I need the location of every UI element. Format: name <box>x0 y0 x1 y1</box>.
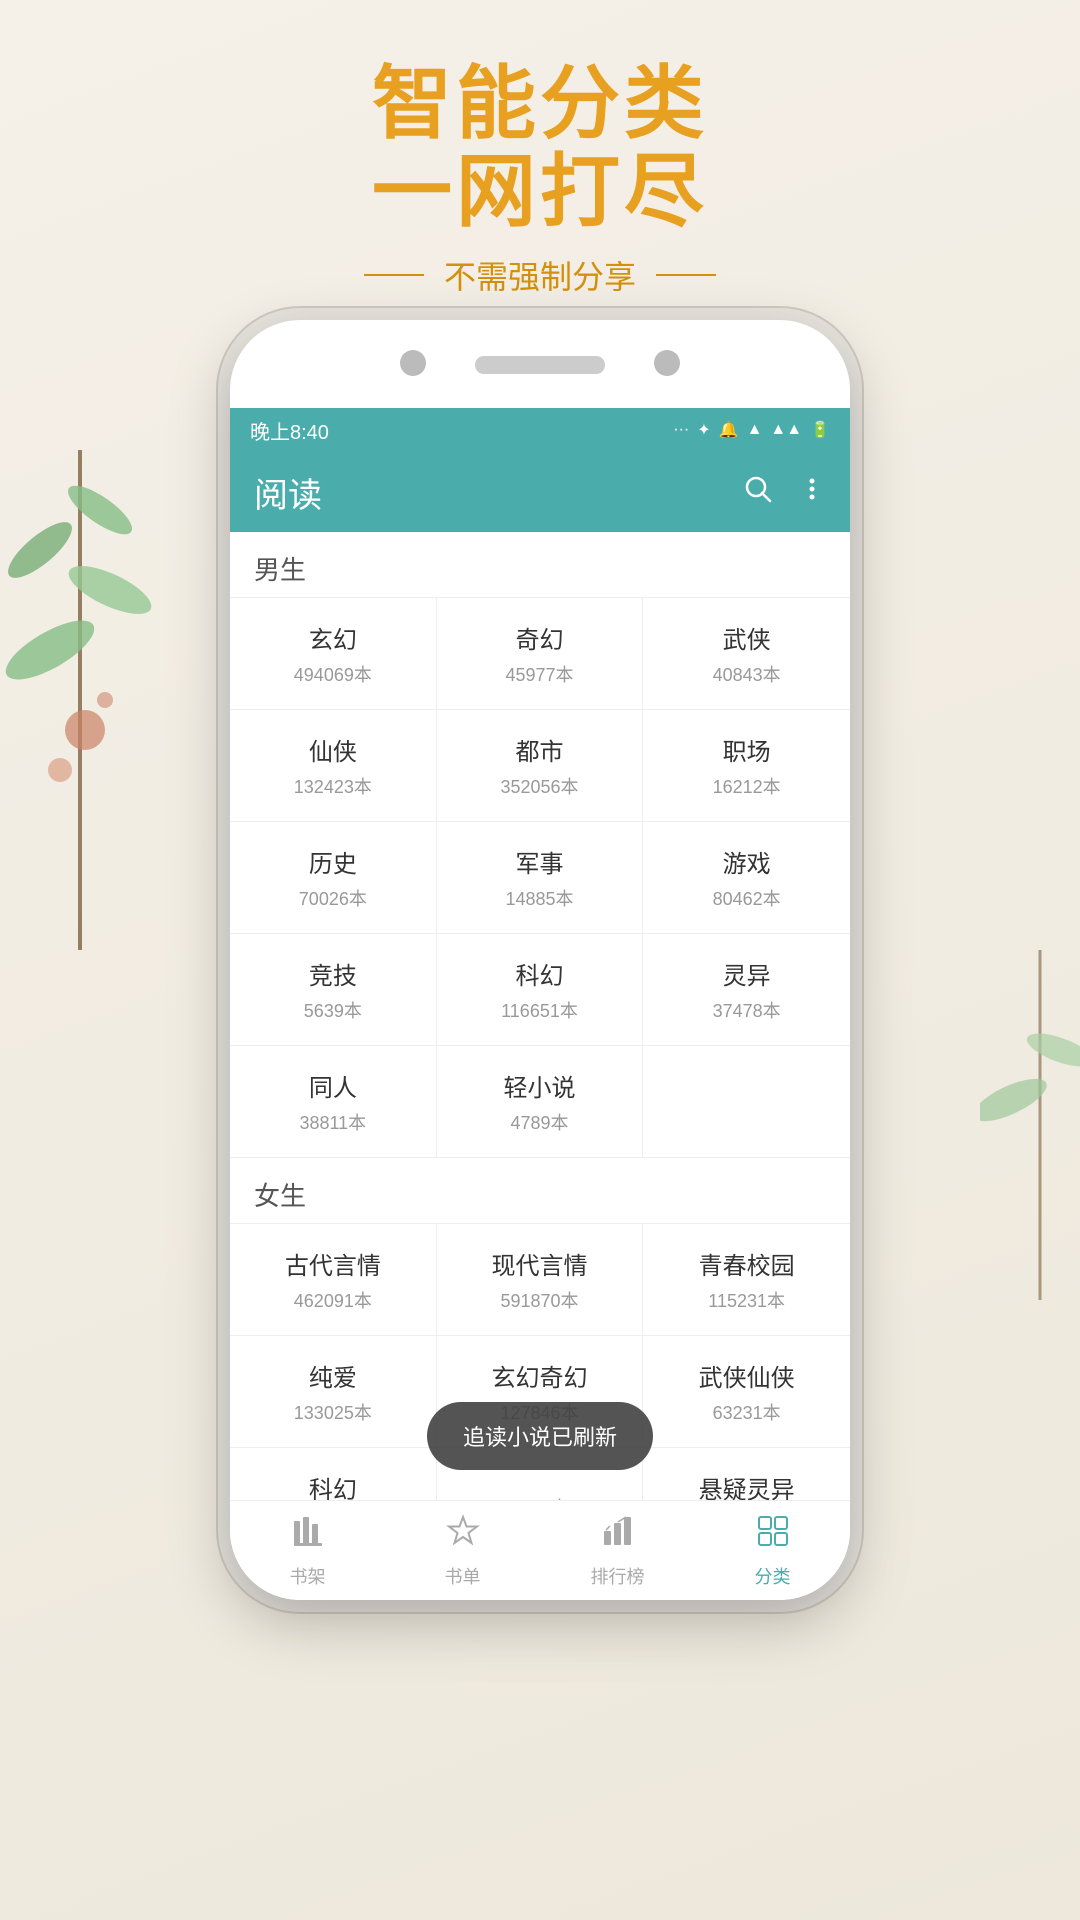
star-icon <box>445 1513 481 1557</box>
menu-icon[interactable] <box>798 475 826 510</box>
category-wuxia-xianxia[interactable]: 武侠仙侠 63231本 <box>643 1336 850 1448</box>
status-time: 晚上8:40 <box>250 416 329 445</box>
bookshelf-icon <box>290 1513 326 1557</box>
category-junshi[interactable]: 军事 14885本 <box>437 822 644 934</box>
nav-label-ranking: 排行榜 <box>591 1563 645 1589</box>
phone-camera-right <box>654 350 680 376</box>
phone-speaker <box>475 356 605 374</box>
category-empty-1 <box>643 1046 850 1158</box>
category-qingxiaoshuo[interactable]: 轻小说 4789本 <box>437 1046 644 1158</box>
phone-camera-left <box>400 350 426 376</box>
phone-screen: 晚上8:40 ··· ✦ 🔔 ▲ ▲▲ 🔋 阅读 <box>230 408 850 1600</box>
category-xuanyi-lingyi[interactable]: 悬疑灵异 13805本 <box>643 1448 850 1500</box>
category-zhichang[interactable]: 职场 16212本 <box>643 710 850 822</box>
app-header: 阅读 <box>230 452 850 532</box>
male-section: 男生 玄幻 494069本 奇幻 45977本 武侠 40843本 <box>230 532 850 1500</box>
category-dushi[interactable]: 都市 352056本 <box>437 710 644 822</box>
category-female-kehuan[interactable]: 科幻 9699本 <box>230 1448 437 1500</box>
header-icons <box>742 473 826 512</box>
category-xuanhuan[interactable]: 玄幻 494069本 <box>230 598 437 710</box>
nav-label-booklist: 书单 <box>445 1563 481 1589</box>
category-grid-icon <box>755 1513 791 1557</box>
category-kehuan[interactable]: 科幻 116651本 <box>437 934 644 1046</box>
bottom-nav: 书架 书单 排行榜 <box>230 1500 850 1600</box>
scroll-area[interactable]: 男生 玄幻 494069本 奇幻 45977本 武侠 40843本 <box>230 532 850 1500</box>
nav-item-ranking[interactable]: 排行榜 <box>540 1513 695 1589</box>
nav-item-booklist[interactable]: 书单 <box>385 1513 540 1589</box>
promo-title: 智能分类 一网打尽 <box>0 60 1080 236</box>
category-chunai[interactable]: 纯爱 133025本 <box>230 1336 437 1448</box>
toast-notification: 追读小说已刷新 <box>427 1402 653 1470</box>
app-title: 阅读 <box>254 468 322 517</box>
category-gudai-yanqing[interactable]: 古代言情 462091本 <box>230 1224 437 1336</box>
plant-decoration-right <box>980 900 1080 1300</box>
nav-item-category[interactable]: 分类 <box>695 1513 850 1589</box>
category-qingchun-xiaoyuan[interactable]: 青春校园 115231本 <box>643 1224 850 1336</box>
phone-frame: 晚上8:40 ··· ✦ 🔔 ▲ ▲▲ 🔋 阅读 <box>230 320 850 1600</box>
category-xianxia[interactable]: 仙侠 132423本 <box>230 710 437 822</box>
ranking-icon <box>600 1513 636 1557</box>
category-qihuan[interactable]: 奇幻 45977本 <box>437 598 644 710</box>
plant-decoration-left <box>0 350 170 950</box>
category-lishi[interactable]: 历史 70026本 <box>230 822 437 934</box>
female-section-label: 女生 <box>230 1158 850 1223</box>
category-jingji[interactable]: 竞技 5639本 <box>230 934 437 1046</box>
nav-label-category: 分类 <box>755 1563 791 1589</box>
category-youxi[interactable]: 游戏 80462本 <box>643 822 850 934</box>
status-bar: 晚上8:40 ··· ✦ 🔔 ▲ ▲▲ 🔋 <box>230 408 850 452</box>
male-section-label: 男生 <box>230 532 850 597</box>
category-wuxia[interactable]: 武侠 40843本 <box>643 598 850 710</box>
male-category-grid: 玄幻 494069本 奇幻 45977本 武侠 40843本 仙侠 13242 <box>230 597 850 1158</box>
promo-subtitle: 不需强制分享 <box>0 252 1080 298</box>
status-icons: ··· ✦ 🔔 ▲ ▲▲ 🔋 <box>673 420 830 440</box>
category-lingyi[interactable]: 灵异 37478本 <box>643 934 850 1046</box>
category-xiandai-yanqing[interactable]: 现代言情 591870本 <box>437 1224 644 1336</box>
category-tongren[interactable]: 同人 38811本 <box>230 1046 437 1158</box>
nav-label-bookshelf: 书架 <box>290 1563 326 1589</box>
nav-item-bookshelf[interactable]: 书架 <box>230 1513 385 1589</box>
search-icon[interactable] <box>742 473 774 512</box>
promo-section: 智能分类 一网打尽 不需强制分享 <box>0 60 1080 298</box>
